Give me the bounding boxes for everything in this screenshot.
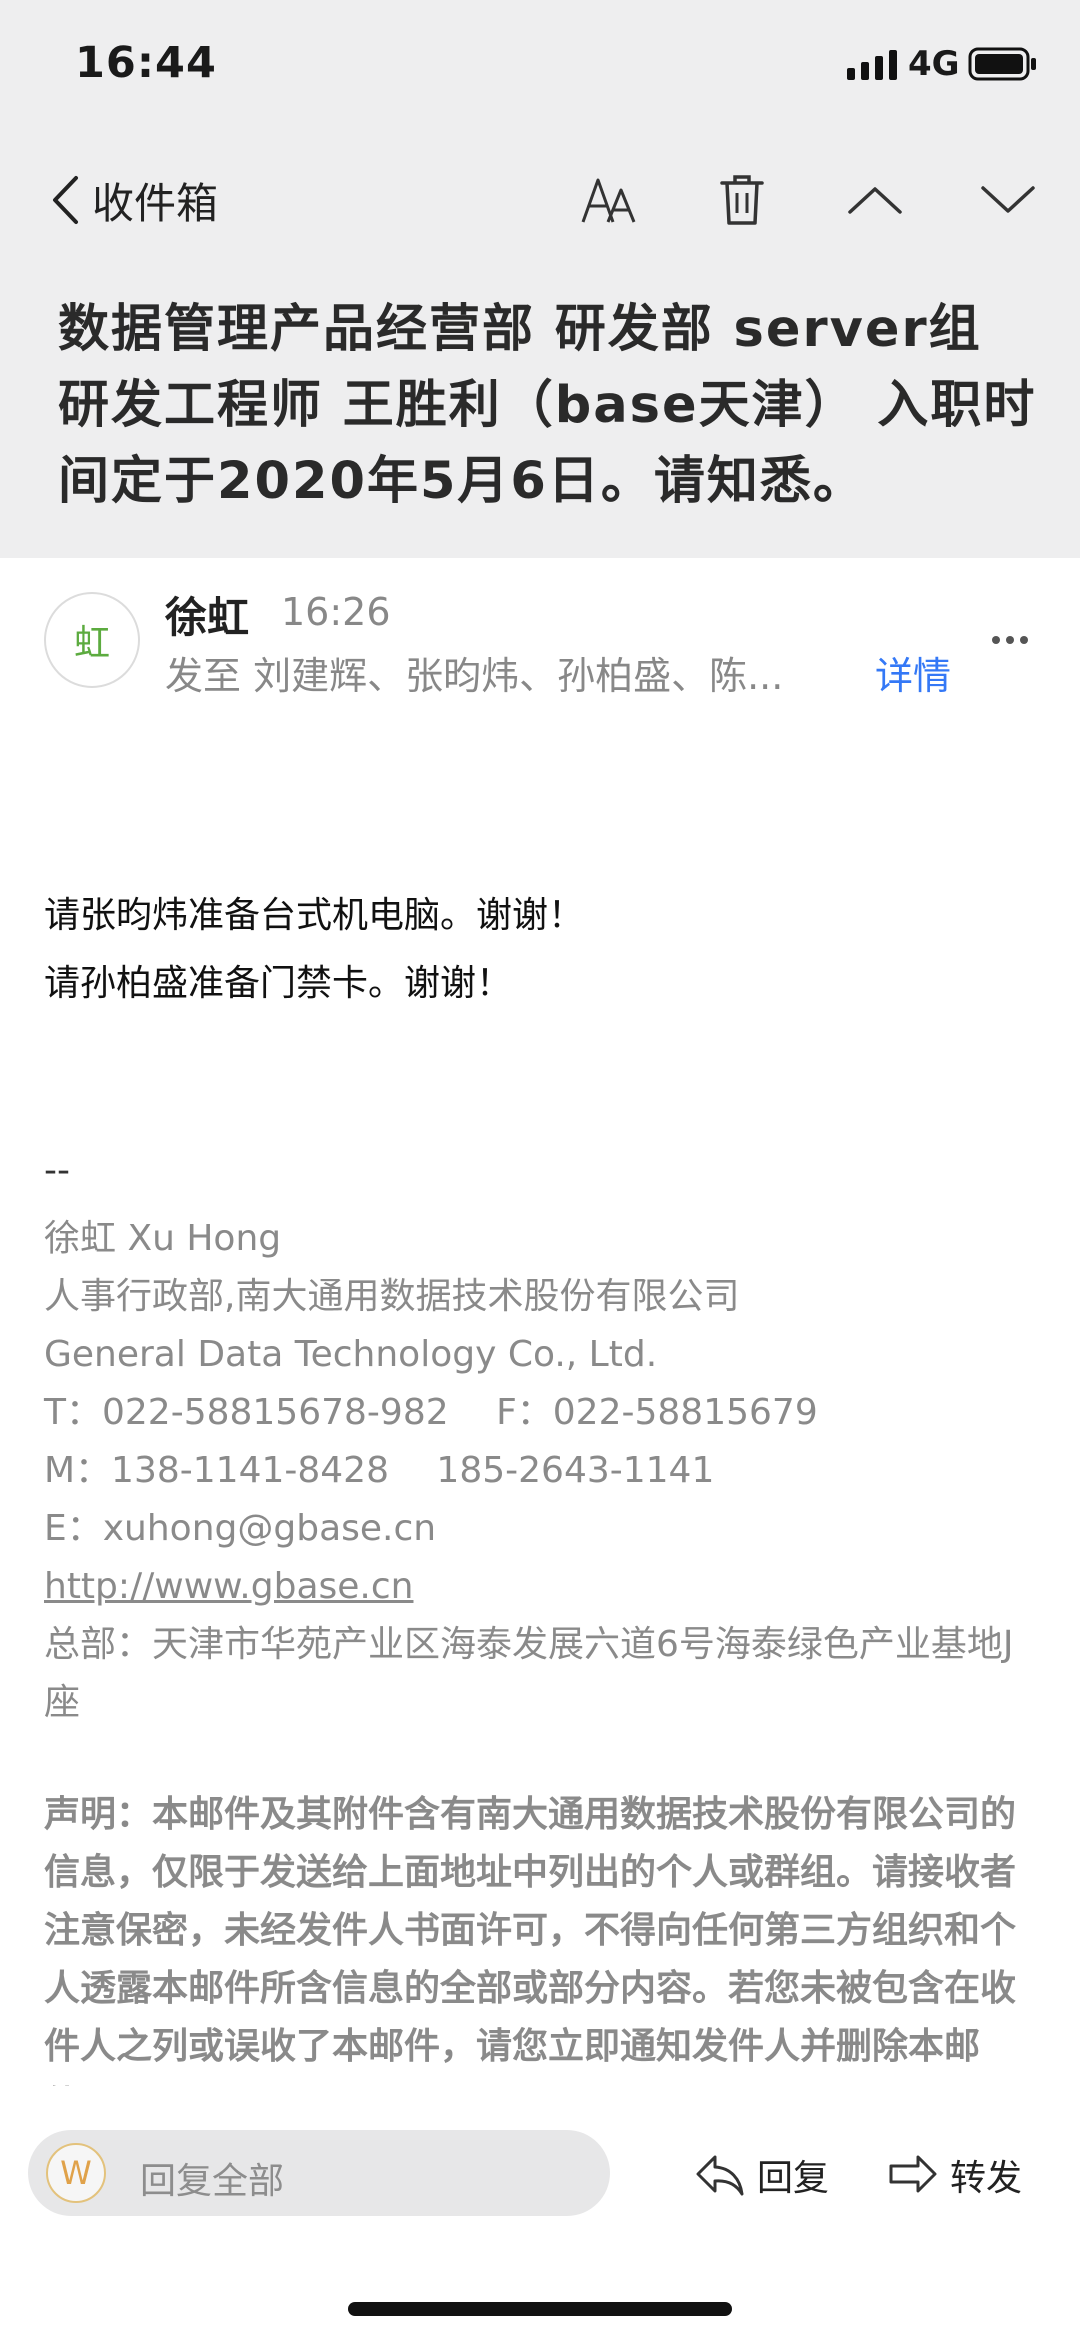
network-type: 4G — [908, 44, 960, 84]
forward-label: 转发 — [950, 2158, 1023, 2199]
home-indicator — [348, 2302, 732, 2316]
sent-time: 16:26 — [281, 590, 391, 634]
sender-name[interactable]: 徐虹 — [165, 584, 249, 645]
sender-avatar[interactable]: 虹 — [44, 592, 140, 688]
more-dot-icon — [1020, 636, 1028, 644]
email-subject: 数据管理产品经营部 研发部 server组 研发工程师 王胜利（base天津） … — [58, 300, 1037, 511]
user-avatar: W — [46, 2143, 106, 2203]
previous-email-button[interactable] — [835, 160, 915, 240]
subject-area: 数据管理产品经营部 研发部 server组 研发工程师 王胜利（base天津） … — [0, 270, 1080, 558]
reply-label: 回复 — [757, 2158, 830, 2199]
signature-email: E：xuhong@gbase.cn — [44, 1508, 437, 1549]
signature-address: 总部：天津市华苑产业区海泰发展六道6号海泰绿色产业基地J座 — [44, 1624, 1014, 1723]
forward-icon — [889, 2155, 937, 2193]
delete-button[interactable] — [702, 160, 782, 240]
chevron-left-icon — [53, 176, 78, 224]
body-line: 请孙柏盛准备门禁卡。谢谢！ — [44, 963, 513, 1004]
recipients-summary: 发至 刘建辉、张昀炜、孙柏盛、陈... — [165, 654, 784, 698]
chevron-down-icon — [981, 186, 1035, 213]
more-dot-icon — [1006, 636, 1014, 644]
body-line: 请张昀炜准备台式机电脑。谢谢！ — [44, 895, 585, 936]
signature-mobile: M：138-1141-8428 185-2643-1141 — [44, 1450, 715, 1491]
next-email-button[interactable] — [968, 160, 1048, 240]
reply-icon — [696, 2155, 744, 2196]
status-time: 16:44 — [75, 38, 217, 88]
more-dot-icon — [992, 636, 1000, 644]
signature: 徐虹 Xu Hong 人事行政部,南大通用数据技术股份有限公司 General … — [44, 1210, 1034, 1732]
signature-phone: T：022-58815678-982 F：022-58815679 — [44, 1392, 818, 1433]
font-size-icon — [581, 178, 636, 223]
back-label: 收件箱 — [92, 178, 219, 228]
back-button[interactable]: 收件箱 — [50, 160, 218, 240]
reply-button[interactable]: 回复 — [695, 2140, 829, 2210]
details-link[interactable]: 详情 — [875, 645, 951, 700]
status-bar: 16:44 4G — [0, 0, 1080, 130]
signature-website-link[interactable]: http://www.gbase.cn — [44, 1558, 1034, 1616]
signature-name: 徐虹 Xu Hong — [44, 1218, 282, 1259]
signal-icon — [847, 50, 897, 80]
email-body: 请张昀炜准备台式机电脑。谢谢！ 请孙柏盛准备门禁卡。谢谢！ — [44, 882, 584, 1018]
signature-company: General Data Technology Co., Ltd. — [44, 1334, 658, 1375]
chevron-up-icon — [848, 187, 902, 214]
signature-dept: 人事行政部,南大通用数据技术股份有限公司 — [44, 1276, 740, 1317]
more-options-button[interactable] — [980, 615, 1040, 665]
forward-button[interactable]: 转发 — [888, 2140, 1022, 2210]
disclaimer: 声明：本邮件及其附件含有南大通用数据技术股份有限公司的信息，仅限于发送给上面地址… — [44, 1794, 1017, 2086]
nav-bar: 收件箱 — [0, 130, 1080, 270]
battery-icon — [968, 47, 1036, 81]
reply-all-placeholder: 回复全部 — [140, 2161, 285, 2202]
font-size-button[interactable] — [570, 160, 650, 240]
trash-icon — [720, 175, 764, 225]
signature-separator: -- — [44, 1150, 70, 1191]
reply-all-input[interactable]: W 回复全部 — [28, 2130, 610, 2216]
